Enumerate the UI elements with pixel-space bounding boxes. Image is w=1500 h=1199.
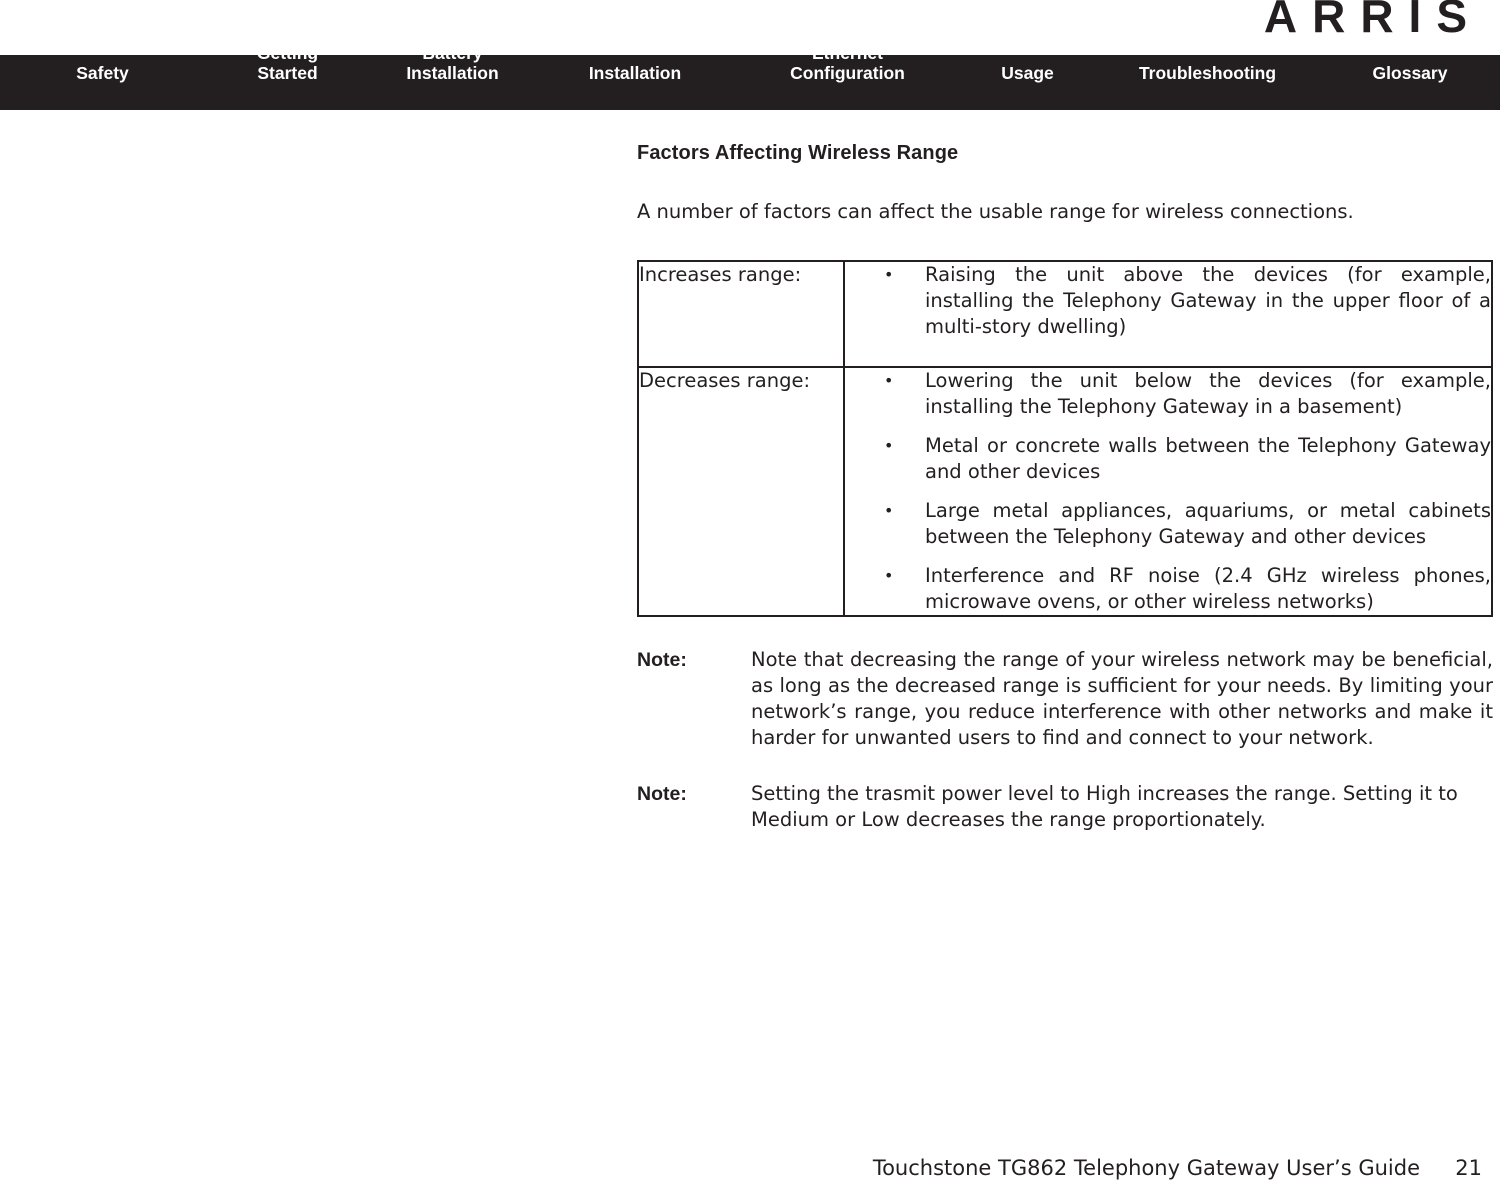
- nav-item-label: Safety: [76, 63, 129, 83]
- nav-item-label: Ethernet Configuration: [790, 43, 905, 83]
- nav-item-list: Safety Getting Started Battery Installat…: [0, 43, 1500, 110]
- factors-table: Increases range: Raising the unit above …: [637, 260, 1493, 617]
- list-item: Raising the unit above the devices (for …: [845, 262, 1491, 340]
- nav-item-ethernet-configuration[interactable]: Ethernet Configuration: [735, 23, 960, 103]
- note-label: Note:: [637, 783, 687, 805]
- nav-item-label: Glossary: [1372, 63, 1448, 83]
- nav-item-glossary[interactable]: Glossary: [1320, 43, 1500, 103]
- nav-item-label: Troubleshooting: [1138, 63, 1277, 83]
- note-block-2: Note: Setting the trasmit power level to…: [637, 781, 1493, 833]
- list-item: Large metal appliances, aquariums, or me…: [845, 498, 1491, 550]
- bullet-list: Raising the unit above the devices (for …: [845, 262, 1491, 340]
- note-text: Note that decreasing the range of your w…: [751, 648, 1493, 749]
- bullet-list: Lowering the unit below the devices (for…: [845, 368, 1491, 615]
- chapter-navigation-bar: Safety Getting Started Battery Installat…: [0, 43, 1500, 110]
- page-content: Factors Affecting Wireless Range A numbe…: [637, 140, 1493, 833]
- nav-item-battery-installation[interactable]: Battery Installation: [370, 23, 535, 103]
- list-item: Lowering the unit below the devices (for…: [845, 368, 1491, 420]
- arris-logo: ARRIS: [1264, 0, 1482, 44]
- note-text: Setting the trasmit power level to High …: [751, 782, 1458, 831]
- page-title: Factors Affecting Wireless Range: [637, 142, 959, 164]
- table-cell-items: Lowering the unit below the devices (for…: [843, 366, 1493, 617]
- table-cell-items: Raising the unit above the devices (for …: [843, 260, 1493, 368]
- list-item: Metal or concrete walls between the Tele…: [845, 433, 1491, 485]
- nav-item-getting-started[interactable]: Getting Started: [205, 23, 370, 103]
- note-label: Note:: [637, 649, 687, 671]
- table-row: Increases range: Raising the unit above …: [637, 260, 1493, 368]
- list-item: Interference and RF noise (2.4 GHz wirel…: [845, 563, 1491, 615]
- nav-item-safety[interactable]: Safety: [0, 43, 205, 103]
- intro-paragraph: A number of factors can affect the usabl…: [637, 200, 1354, 223]
- nav-item-label: Getting Started: [256, 43, 319, 83]
- nav-item-usage[interactable]: Usage: [960, 43, 1095, 103]
- footer-title: Touchstone TG862 Telephony Gateway User’…: [872, 1156, 1420, 1180]
- nav-item-label: Battery Installation: [406, 43, 499, 83]
- table-row: Decreases range: Lowering the unit below…: [637, 366, 1493, 617]
- nav-item-installation[interactable]: Installation: [535, 43, 735, 103]
- table-cell-label: Increases range:: [637, 260, 845, 368]
- nav-item-label: Installation: [588, 63, 682, 83]
- arris-logo-text: ARRIS: [1263, 0, 1482, 42]
- footer-page-number: 21: [1455, 1156, 1482, 1180]
- table-cell-label: Decreases range:: [637, 366, 845, 617]
- nav-item-label: Usage: [1001, 63, 1054, 83]
- page-footer: Touchstone TG862 Telephony Gateway User’…: [0, 1153, 1500, 1183]
- nav-item-troubleshooting[interactable]: Troubleshooting: [1095, 43, 1320, 103]
- note-block-1: Note: Note that decreasing the range of …: [637, 647, 1493, 751]
